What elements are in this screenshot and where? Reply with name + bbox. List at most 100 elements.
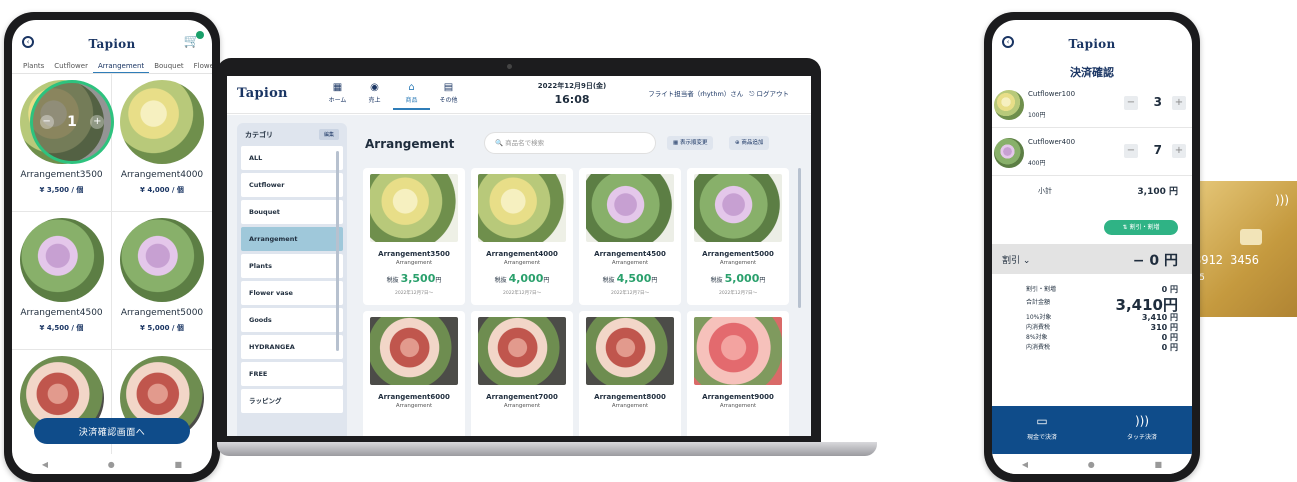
product-tile[interactable]: − 1 + Arrangement3500 ¥ 3,500 / 個 — [12, 74, 114, 212]
back-icon[interactable]: ‹ — [1002, 36, 1014, 48]
product-price: ¥ 4,500 / 個 — [39, 324, 84, 332]
nav-other[interactable]: ▤ その他 — [430, 80, 467, 110]
status-bar — [992, 20, 1192, 30]
left-phone: ‹ Tapion 🛒 Plants Cutflower Arrangement … — [4, 12, 220, 482]
card-category: Arrangement — [611, 403, 649, 409]
minus-button[interactable]: − — [1124, 96, 1138, 110]
cart-icon[interactable]: 🛒 — [184, 31, 204, 49]
category-item[interactable]: FREE — [241, 362, 343, 386]
other-icon: ▤ — [443, 82, 454, 93]
discount-row[interactable]: 割引 ⌄ − 0 円 — [992, 244, 1192, 274]
status-bar — [12, 20, 212, 30]
sort-order-button[interactable]: ▦ 表示順変更 — [667, 136, 714, 150]
app-header: ‹ Tapion — [992, 30, 1192, 58]
category-item[interactable]: HYDRANGEA — [241, 335, 343, 359]
item-price: 100円 — [1028, 112, 1046, 119]
product-card[interactable]: Arrangement7000 Arrangement — [471, 311, 573, 436]
search-input[interactable]: 🔍 商品名で検索 — [485, 133, 655, 153]
product-name: Arrangement4500 — [20, 308, 103, 318]
card-category: Arrangement — [395, 403, 433, 409]
quantity-stepper[interactable]: − 1 + — [30, 80, 114, 164]
nav-home-icon[interactable]: ● — [108, 460, 115, 469]
tab-flower-vase[interactable]: Flower vase — [189, 58, 212, 73]
card-category: Arrangement — [503, 403, 541, 409]
product-name: Arrangement3500 — [20, 170, 103, 180]
category-item[interactable]: Plants — [241, 254, 343, 278]
contactless-icon: ))) — [1134, 414, 1150, 428]
back-icon[interactable]: ‹ — [22, 36, 34, 48]
card-date: 2022年12月7日〜 — [502, 291, 542, 296]
product-card[interactable]: Arrangement4500 Arrangement 税抜 4,500円 20… — [579, 168, 681, 305]
product-tile[interactable]: Arrangement4000 ¥ 4,000 / 個 — [112, 74, 212, 212]
category-item[interactable]: ラッピング — [241, 389, 343, 413]
tab-bouquet[interactable]: Bouquet — [149, 58, 188, 73]
cash-payment-button[interactable]: ▭ 現金で決済 — [992, 406, 1092, 454]
tab-cutflower[interactable]: Cutflower — [49, 58, 93, 73]
app-logo: Tapion — [237, 86, 288, 101]
tab-plants[interactable]: Plants — [18, 58, 49, 73]
product-card[interactable]: Arrangement9000 Arrangement — [687, 311, 789, 436]
plus-button[interactable]: + — [1172, 96, 1186, 110]
product-tile[interactable]: Arrangement5000 ¥ 5,000 / 個 — [112, 212, 212, 350]
product-card-grid: Arrangement3500 Arrangement 税抜 3,500円 20… — [363, 168, 789, 436]
nav-recent-icon[interactable]: ■ — [1155, 460, 1163, 469]
product-image — [478, 317, 566, 385]
product-card[interactable]: Arrangement3500 Arrangement 税抜 3,500円 20… — [363, 168, 465, 305]
discount-dropdown[interactable]: 割引 ⌄ — [1002, 253, 1030, 266]
product-card[interactable]: Arrangement5000 Arrangement 税抜 5,000円 20… — [687, 168, 789, 305]
item-quantity: 7 — [1153, 143, 1162, 157]
add-product-button[interactable]: ⊕ 商品追加 — [729, 136, 770, 150]
item-name: Cutflower400 — [1028, 138, 1076, 146]
discount-value: − 0 円 — [1132, 253, 1178, 269]
tab-arrangement[interactable]: Arrangement — [92, 58, 150, 73]
app-header: ‹ Tapion 🛒 — [12, 30, 212, 58]
right-phone: ‹ Tapion 決済確認 Cutflower100 100円 − 3 + Cu… — [984, 12, 1200, 482]
category-item[interactable]: Cutflower — [241, 173, 343, 197]
item-quantity: 3 — [1153, 95, 1162, 109]
card-price: 税抜 3,500円 — [386, 272, 442, 285]
category-item[interactable]: Flower vase — [241, 281, 343, 305]
nav-sales[interactable]: ◉ 売上 — [356, 80, 393, 110]
product-tile[interactable]: Arrangement4500 ¥ 4,500 / 個 — [12, 212, 112, 350]
category-title: カテゴリ — [245, 130, 273, 139]
nav-home-icon[interactable]: ● — [1088, 460, 1095, 469]
discount-surcharge-button[interactable]: ⇅ 割引・割増 — [1104, 220, 1178, 235]
app-logo: Tapion — [88, 37, 136, 51]
nav-recent-icon[interactable]: ■ — [175, 460, 183, 469]
payment-bar: ▭ 現金で決済 ))) タッチ決済 — [992, 406, 1192, 454]
card-category: Arrangement — [503, 260, 541, 266]
product-card[interactable]: Arrangement8000 Arrangement — [579, 311, 681, 436]
plus-button[interactable]: + — [1172, 144, 1186, 158]
card-chip — [1240, 229, 1262, 245]
category-panel: カテゴリ 編集 ALL Cutflower Bouquet Arrangemen… — [237, 123, 347, 436]
minus-button[interactable]: − — [39, 115, 54, 129]
logout-link[interactable]: ⎋ ログアウト — [749, 90, 789, 98]
category-item-active[interactable]: Arrangement — [241, 227, 343, 251]
category-panel-header: カテゴリ 編集 — [241, 129, 343, 146]
plus-button[interactable]: + — [90, 115, 105, 129]
product-name: Arrangement5000 — [120, 308, 204, 318]
product-card[interactable]: Arrangement4000 Arrangement 税抜 4,000円 20… — [471, 168, 573, 305]
nav-products[interactable]: ⌂ 商品 — [393, 80, 430, 110]
nav-back-icon[interactable]: ◀ — [42, 460, 48, 469]
category-item[interactable]: Goods — [241, 308, 343, 332]
nav-back-icon[interactable]: ◀ — [1022, 460, 1028, 469]
grid-icon: ▦ — [673, 140, 680, 146]
card-date: 2022年12月7日〜 — [610, 291, 650, 296]
nav-label: 商品 — [405, 97, 418, 104]
category-scrollbar[interactable] — [336, 151, 339, 351]
section-title: Arrangement — [365, 137, 455, 151]
checkout-button[interactable]: 決済確認画面へ — [34, 418, 190, 444]
category-item[interactable]: ALL — [241, 146, 343, 170]
touch-payment-button[interactable]: ))) タッチ決済 — [1092, 406, 1192, 454]
cash-payment-label: 現金で決済 — [1026, 434, 1057, 441]
card-name: Arrangement5000 — [702, 250, 774, 258]
product-scrollbar[interactable] — [798, 168, 801, 308]
edit-button[interactable]: 編集 — [318, 129, 339, 140]
nav-home[interactable]: ▦ ホーム — [319, 80, 356, 110]
product-grid: − 1 + Arrangement3500 ¥ 3,500 / 個 Arrang… — [12, 74, 212, 474]
minus-button[interactable]: − — [1124, 144, 1138, 158]
product-card[interactable]: Arrangement6000 Arrangement — [363, 311, 465, 436]
card-name: Arrangement7000 — [486, 393, 558, 401]
category-item[interactable]: Bouquet — [241, 200, 343, 224]
